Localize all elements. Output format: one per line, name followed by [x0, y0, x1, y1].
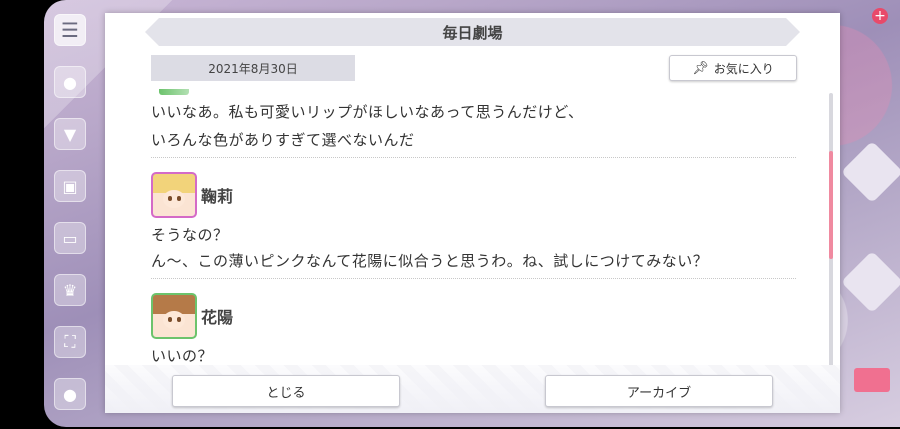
- monitor-icon[interactable]: ▭: [54, 222, 86, 254]
- decor-tile: [840, 140, 900, 204]
- date-label: 2021年8月30日: [151, 55, 355, 81]
- divider: [151, 157, 796, 158]
- dialogue-line: いろんな色がありすぎて選べないんだ: [151, 131, 415, 149]
- archive-button[interactable]: アーカイブ: [545, 375, 773, 407]
- plus-icon[interactable]: +: [872, 8, 888, 24]
- decor-badge: [854, 368, 890, 392]
- side-menu: ☰ ● ▼ ▣ ▭ ♛ ⛶ ●: [50, 8, 90, 429]
- dialogue-line: そうなの？: [151, 226, 229, 244]
- divider: [151, 278, 796, 279]
- close-button[interactable]: とじる: [172, 375, 400, 407]
- speaker-row: 花陽: [151, 293, 796, 339]
- hamburger-icon[interactable]: ☰: [54, 14, 86, 46]
- dialogue-line: ん〜、この薄いピンクなんて花陽に似合うと思うわ。ね、試しにつけてみない？: [151, 252, 709, 270]
- speaker-row: 鞠莉: [151, 172, 796, 218]
- gift-icon[interactable]: ▣: [54, 170, 86, 202]
- fullscreen-icon[interactable]: ⛶: [54, 326, 86, 358]
- favorite-label: お気に入り: [713, 61, 774, 76]
- avatar: [159, 89, 189, 95]
- decor-tile: [840, 250, 900, 314]
- speaker-name: 鞠莉: [201, 187, 234, 206]
- dialogue-line: いいなあ。私も可愛いリップがほしいなあって思うんだけど、: [151, 103, 584, 121]
- costume-icon[interactable]: ▼: [54, 118, 86, 150]
- dialog-footer: とじる アーカイブ: [105, 365, 840, 413]
- dialogue-scroll-area[interactable]: いいなあ。私も可愛いリップがほしいなあって思うんだけど、 いろんな色がありすぎて…: [151, 89, 796, 369]
- scrollbar[interactable]: [829, 93, 833, 367]
- dialog-title: 毎日劇場: [145, 18, 800, 46]
- speaker-name: 花陽: [201, 308, 234, 327]
- pin-icon: 📌︎: [692, 60, 709, 76]
- favorite-button[interactable]: 📌︎ お気に入り: [669, 55, 797, 81]
- avatar: [151, 172, 197, 218]
- profile-icon[interactable]: ●: [54, 378, 86, 410]
- scrollbar-thumb[interactable]: [829, 151, 833, 259]
- chat-icon[interactable]: ●: [54, 66, 86, 98]
- dialogue-line: いいの？: [151, 347, 214, 365]
- avatar: [151, 293, 197, 339]
- right-decoration: +: [840, 0, 900, 427]
- trophy-icon[interactable]: ♛: [54, 274, 86, 306]
- daily-theater-dialog: 毎日劇場 2021年8月30日 📌︎ お気に入り いいなあ。私も可愛いリップがほ…: [105, 13, 840, 413]
